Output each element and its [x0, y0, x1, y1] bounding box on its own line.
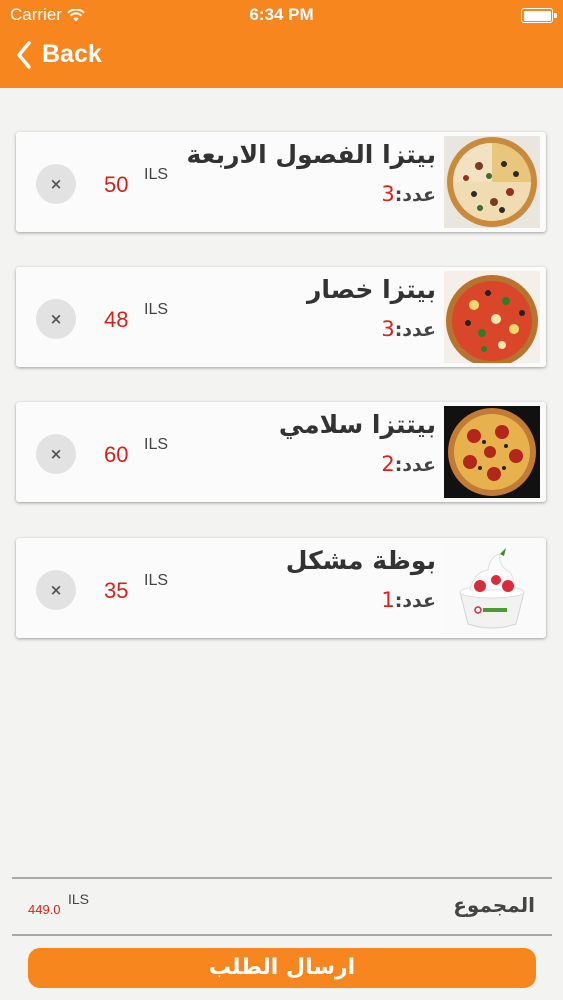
item-currency: ILS [144, 572, 169, 589]
back-button[interactable]: Back [16, 40, 102, 69]
remove-item-button[interactable]: × [36, 570, 76, 610]
item-price: 35 [104, 578, 129, 603]
total-value: 449.0 [28, 902, 61, 917]
item-currency: ILS [144, 301, 169, 318]
item-price: 48 [104, 307, 129, 332]
item-quantity: عدد:2 [381, 452, 436, 476]
clock: 6:34 PM [249, 5, 314, 24]
item-currency: ILS [144, 436, 169, 453]
quantity-value: 3 [381, 182, 395, 206]
total-label: المجموع [453, 893, 535, 917]
divider [12, 877, 552, 879]
item-name: بوظة مشكل [285, 546, 436, 575]
item-name: بيتزا خصار [306, 275, 436, 304]
chevron-left-icon [17, 40, 31, 69]
frozen-yogurt-photo [444, 542, 540, 634]
cart-item: بيتتزا سلامي عدد:2 ILS 60 × [16, 402, 546, 502]
quantity-value: 2 [381, 452, 395, 476]
item-price: 60 [104, 442, 129, 467]
quantity-value: 3 [381, 317, 395, 341]
quantity-label: عدد: [394, 184, 436, 206]
item-name: بيتتزا سلامي [278, 410, 436, 439]
status-bar: Carrier 6:34 PM [0, 0, 563, 30]
item-price: 50 [104, 172, 129, 197]
cart-item: بيتزا الفصول الاربعة عدد:3 ILS 50 × [16, 132, 546, 232]
cart-item: بوظة مشكل عدد:1 ILS 35 × [16, 538, 546, 638]
quantity-label: عدد: [394, 319, 436, 341]
total-currency: ILS [68, 891, 90, 907]
quantity-label: عدد: [394, 590, 436, 612]
remove-item-button[interactable]: × [36, 434, 76, 474]
back-label: Back [42, 40, 102, 68]
cart-item: بيتزا خصار عدد:3 ILS 48 × [16, 267, 546, 367]
item-quantity: عدد:1 [381, 588, 436, 612]
submit-order-button[interactable]: ارسال الطلب [28, 948, 536, 988]
salami-pizza-photo [444, 406, 540, 498]
vegetable-pizza-photo [444, 271, 540, 363]
quantity-label: عدد: [394, 454, 436, 476]
remove-item-button[interactable]: × [36, 164, 76, 204]
item-quantity: عدد:3 [381, 182, 436, 206]
quantity-value: 1 [381, 588, 395, 612]
item-name: بيتزا الفصول الاربعة [186, 140, 436, 169]
item-quantity: عدد:3 [381, 317, 436, 341]
item-currency: ILS [144, 166, 169, 183]
battery-icon [521, 8, 557, 23]
divider [12, 934, 552, 936]
navigation-bar: Back [0, 30, 563, 88]
four-seasons-pizza-photo [444, 136, 540, 228]
remove-item-button[interactable]: × [36, 299, 76, 339]
